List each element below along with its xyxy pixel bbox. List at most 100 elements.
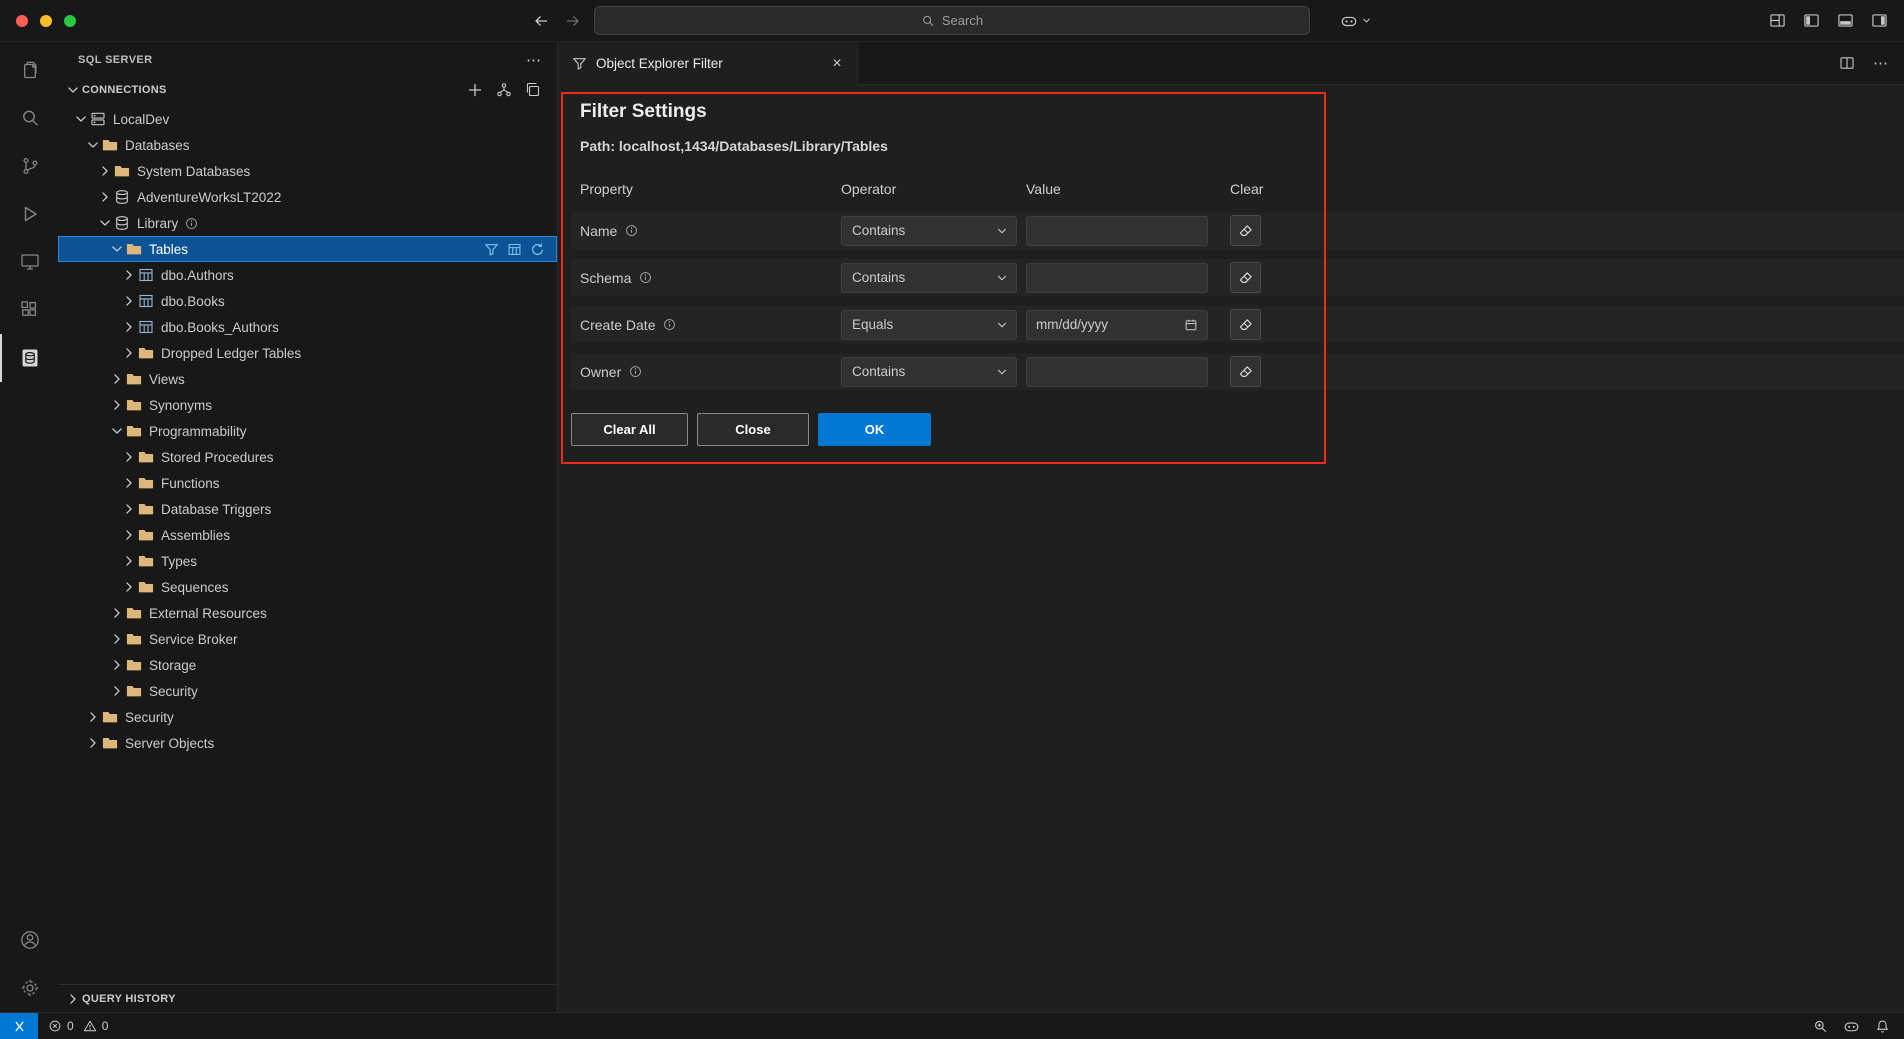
chevron-right-icon[interactable] — [84, 735, 102, 751]
tree-item-service-broker[interactable]: Service Broker — [58, 626, 557, 652]
tab-object-explorer-filter[interactable]: Object Explorer Filter × — [558, 42, 858, 85]
tree-item-sequences[interactable]: Sequences — [58, 574, 557, 600]
close-window-button[interactable] — [16, 15, 28, 27]
chevron-right-icon[interactable] — [108, 683, 126, 699]
connections-section-header[interactable]: CONNECTIONS — [58, 77, 557, 103]
tree-item-library[interactable]: Library — [58, 210, 557, 236]
copilot-status-icon[interactable] — [1843, 1018, 1860, 1035]
filter-action-icon[interactable] — [484, 242, 499, 257]
tree-item-localdev[interactable]: LocalDev — [58, 106, 557, 132]
operator-select-schema[interactable]: Contains — [841, 263, 1017, 293]
chevron-right-icon[interactable] — [108, 397, 126, 413]
chevron-right-icon[interactable] — [108, 371, 126, 387]
customize-layout-icon[interactable] — [1769, 12, 1786, 29]
chevron-right-icon[interactable] — [108, 657, 126, 673]
settings-gear-icon[interactable] — [0, 964, 58, 1012]
source-control-icon[interactable] — [0, 142, 58, 190]
value-input-name[interactable] — [1026, 216, 1208, 246]
chevron-down-icon[interactable] — [72, 111, 90, 127]
maximize-window-button[interactable] — [64, 15, 76, 27]
chevron-right-icon[interactable] — [120, 267, 138, 283]
chevron-right-icon[interactable] — [120, 319, 138, 335]
tree-item-dbo-authors[interactable]: dbo.Authors — [58, 262, 557, 288]
chevron-down-icon[interactable] — [96, 215, 114, 231]
tree-item-views[interactable]: Views — [58, 366, 557, 392]
close-button[interactable]: Close — [697, 413, 809, 446]
extensions-icon[interactable] — [0, 286, 58, 334]
calendar-icon[interactable] — [1184, 318, 1198, 332]
more-actions-icon[interactable]: ⋯ — [526, 51, 541, 69]
operator-select-create-date[interactable]: Equals — [841, 310, 1017, 340]
tree-item-external-resources[interactable]: External Resources — [58, 600, 557, 626]
clear-name-button[interactable] — [1230, 215, 1261, 246]
chevron-down-icon[interactable] — [108, 241, 126, 257]
remote-explorer-icon[interactable] — [0, 238, 58, 286]
value-input-schema[interactable] — [1026, 263, 1208, 293]
tree-item-dbo-books-authors[interactable]: dbo.Books_Authors — [58, 314, 557, 340]
command-center-search[interactable]: Search — [594, 6, 1310, 35]
operator-select-owner[interactable]: Contains — [841, 357, 1017, 387]
clear-schema-button[interactable] — [1230, 262, 1261, 293]
chevron-right-icon[interactable] — [120, 293, 138, 309]
value-input-owner[interactable] — [1026, 357, 1208, 387]
tree-item-functions[interactable]: Functions — [58, 470, 557, 496]
search-icon[interactable] — [0, 94, 58, 142]
refresh-action-icon[interactable] — [530, 242, 545, 257]
tree-item-synonyms[interactable]: Synonyms — [58, 392, 557, 418]
run-and-debug-icon[interactable] — [0, 190, 58, 238]
chevron-right-icon[interactable] — [84, 709, 102, 725]
chevron-down-icon[interactable] — [108, 423, 126, 439]
collapse-all-icon[interactable] — [525, 82, 541, 98]
chevron-right-icon[interactable] — [120, 553, 138, 569]
chevron-right-icon[interactable] — [96, 189, 114, 205]
tree-item-dropped-ledger-tables[interactable]: Dropped Ledger Tables — [58, 340, 557, 366]
clear-owner-button[interactable] — [1230, 356, 1261, 387]
chevron-down-icon[interactable] — [84, 137, 102, 153]
chevron-right-icon[interactable] — [120, 501, 138, 517]
tree-item-security[interactable]: Security — [58, 704, 557, 730]
copilot-menu[interactable] — [1340, 12, 1372, 30]
explorer-icon[interactable] — [0, 46, 58, 94]
table-action-icon[interactable] — [507, 242, 522, 257]
add-connection-icon[interactable] — [467, 82, 483, 98]
clear-create-date-button[interactable] — [1230, 309, 1261, 340]
chevron-right-icon[interactable] — [120, 475, 138, 491]
ok-button[interactable]: OK — [818, 413, 931, 446]
remote-indicator[interactable] — [0, 1013, 38, 1039]
tree-item-types[interactable]: Types — [58, 548, 557, 574]
tree-item-programmability[interactable]: Programmability — [58, 418, 557, 444]
chevron-right-icon[interactable] — [120, 449, 138, 465]
clear-all-button[interactable]: Clear All — [571, 413, 688, 446]
chevron-right-icon[interactable] — [96, 163, 114, 179]
editor-more-actions-icon[interactable]: ⋯ — [1873, 54, 1888, 72]
tree-item-storage[interactable]: Storage — [58, 652, 557, 678]
chevron-right-icon[interactable] — [120, 579, 138, 595]
tree-item-database-triggers[interactable]: Database Triggers — [58, 496, 557, 522]
tree-item-tables[interactable]: Tables — [58, 236, 557, 262]
tree-item-system-databases[interactable]: System Databases — [58, 158, 557, 184]
chevron-right-icon[interactable] — [108, 631, 126, 647]
toggle-secondary-sidebar-icon[interactable] — [1871, 12, 1888, 29]
sql-server-icon[interactable] — [0, 334, 58, 382]
tree-item-stored-procedures[interactable]: Stored Procedures — [58, 444, 557, 470]
toggle-primary-sidebar-icon[interactable] — [1803, 12, 1820, 29]
forward-arrow-icon[interactable] — [565, 13, 581, 29]
minimize-window-button[interactable] — [40, 15, 52, 27]
zoom-indicator-icon[interactable] — [1813, 1019, 1828, 1034]
back-arrow-icon[interactable] — [533, 13, 549, 29]
toggle-panel-icon[interactable] — [1837, 12, 1854, 29]
tree-item-dbo-books[interactable]: dbo.Books — [58, 288, 557, 314]
split-editor-icon[interactable] — [1839, 55, 1855, 71]
chevron-right-icon[interactable] — [108, 605, 126, 621]
query-history-header[interactable]: QUERY HISTORY — [58, 984, 557, 1012]
operator-select-name[interactable]: Contains — [841, 216, 1017, 246]
tree-item-assemblies[interactable]: Assemblies — [58, 522, 557, 548]
tree-item-server-objects[interactable]: Server Objects — [58, 730, 557, 756]
value-date-input-create-date[interactable]: mm/dd/yyyy — [1026, 310, 1208, 340]
connection-groups-icon[interactable] — [496, 82, 512, 98]
tree-item-security[interactable]: Security — [58, 678, 557, 704]
tree-item-adventureworkslt2022[interactable]: AdventureWorksLT2022 — [58, 184, 557, 210]
problems-indicator[interactable]: 0 0 — [48, 1019, 112, 1033]
close-tab-icon[interactable]: × — [827, 54, 847, 74]
account-icon[interactable] — [0, 916, 58, 964]
